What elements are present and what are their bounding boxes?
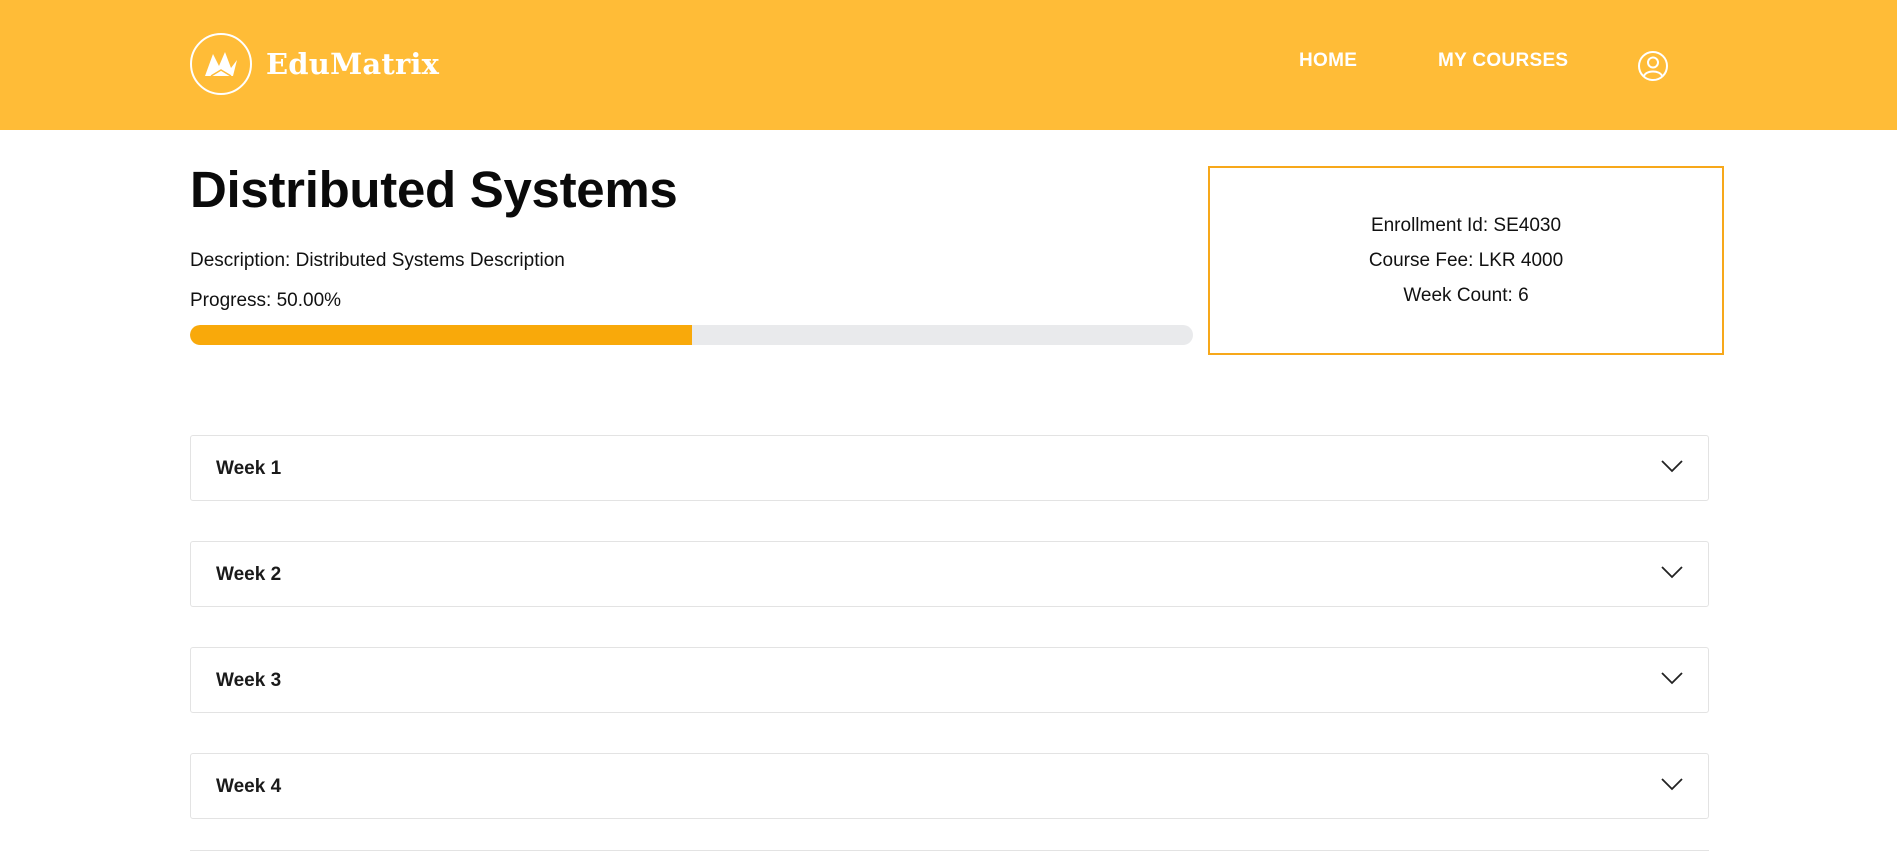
page-title: Distributed Systems [190,161,678,218]
enrollment-id: Enrollment Id: SE4030 [1370,215,1562,236]
week-label: Week 4 [216,776,282,797]
week-label: Week 2 [216,564,282,585]
chevron-down-icon [1661,672,1683,685]
chevron-down-icon [1661,778,1683,791]
week-accordion-3[interactable]: Week 3 [190,647,1709,713]
progress-bar [190,325,1193,345]
enrollment-info-card: Enrollment Id: SE4030 Course Fee: LKR 40… [1208,166,1724,355]
brand[interactable]: EduMatrix [190,32,439,96]
week-label: Week 3 [216,670,282,691]
week-accordion-1[interactable]: Week 1 [190,435,1709,501]
user-circle-icon[interactable] [1637,50,1669,82]
progress-label: Progress: 50.00% [190,290,342,311]
crane-logo-icon [190,33,252,95]
week-accordion-4[interactable]: Week 4 [190,753,1709,819]
course-description: Description: Distributed Systems Descrip… [190,250,565,271]
week-count: Week Count: 6 [1403,285,1529,306]
week-accordion-5-partial[interactable] [190,850,1709,862]
week-accordion-2[interactable]: Week 2 [190,541,1709,607]
chevron-down-icon [1661,460,1683,473]
brand-name: EduMatrix [266,47,440,81]
nav-home-link[interactable]: HOME [1299,50,1357,72]
chevron-down-icon [1661,566,1683,579]
nav-my-courses-link[interactable]: MY COURSES [1438,50,1568,72]
top-header: EduMatrix HOME MY COURSES [0,0,1897,130]
week-label: Week 1 [216,458,282,479]
course-fee: Course Fee: LKR 4000 [1368,250,1564,271]
progress-bar-fill [190,325,692,345]
